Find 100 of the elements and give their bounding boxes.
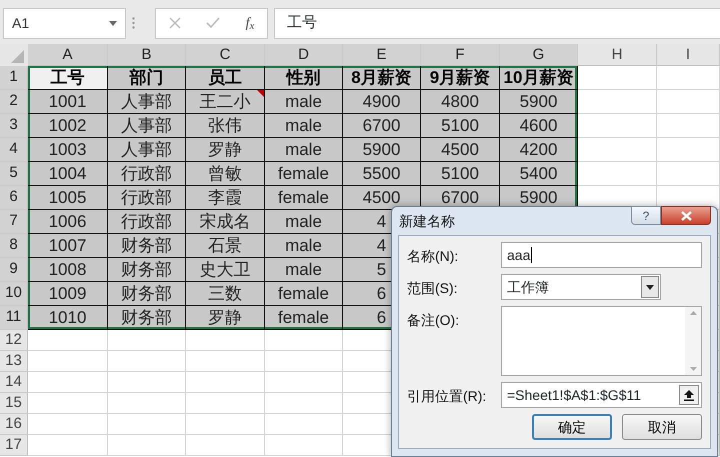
table-cell: 三数 xyxy=(186,282,265,306)
table-cell: 4600 xyxy=(500,114,578,138)
table-cell: 王二小 xyxy=(186,90,265,114)
row-header[interactable]: 15 xyxy=(0,393,28,414)
table-cell: 10月薪资 xyxy=(500,66,578,90)
row-header[interactable]: 4 xyxy=(0,138,28,162)
row-header[interactable]: 6 xyxy=(0,186,28,210)
table-cell: male xyxy=(265,210,343,234)
field-label: 引用位置(R): xyxy=(407,387,488,406)
table-cell: male xyxy=(265,138,343,162)
upload-icon xyxy=(684,390,694,400)
row-header[interactable]: 12 xyxy=(0,330,28,351)
table-cell: 罗静 xyxy=(186,306,265,330)
table-cell: 性别 xyxy=(265,66,343,90)
table-cell: 1007 xyxy=(28,234,108,258)
table-cell: 宋成名 xyxy=(186,210,265,234)
check-icon[interactable] xyxy=(206,17,220,29)
table-cell: 1008 xyxy=(28,258,108,282)
row-header[interactable]: 13 xyxy=(0,351,28,372)
table-cell: 部门 xyxy=(108,66,186,90)
table-cell: female xyxy=(265,162,343,186)
help-button[interactable]: ? xyxy=(631,206,661,225)
ok-button[interactable]: 确定 xyxy=(532,414,612,440)
scroll-up-icon[interactable] xyxy=(690,311,696,315)
table-cell: 人事部 xyxy=(108,90,186,114)
column-header[interactable]: G xyxy=(500,44,578,66)
table-cell: 8月薪资 xyxy=(343,66,421,90)
select-all-corner[interactable] xyxy=(0,44,28,66)
table-cell: 财务部 xyxy=(108,258,186,282)
table-cell: 财务部 xyxy=(108,306,186,330)
close-button[interactable] xyxy=(661,206,711,225)
cancel-icon[interactable] xyxy=(168,17,181,29)
reference-field[interactable]: =Sheet1!$A$1:$G$11 xyxy=(501,382,702,408)
table-cell: 人事部 xyxy=(108,114,186,138)
column-header[interactable]: H xyxy=(578,44,657,66)
row-header[interactable]: 8 xyxy=(0,234,28,258)
table-cell: 4900 xyxy=(343,90,421,114)
row-header[interactable]: 3 xyxy=(0,114,28,138)
table-cell: male xyxy=(265,234,343,258)
insert-function-button[interactable]: f$_{x}$ xyxy=(246,12,254,34)
row-header[interactable]: 16 xyxy=(0,414,28,435)
table-cell: 行政部 xyxy=(108,186,186,210)
table-cell: 1002 xyxy=(28,114,108,138)
column-header[interactable]: E xyxy=(343,44,421,66)
more-icon[interactable] xyxy=(132,17,135,29)
row-header[interactable]: 10 xyxy=(0,282,28,306)
caret-icon[interactable] xyxy=(109,20,117,26)
scope-dropdown[interactable]: 工作簿 xyxy=(501,274,661,300)
table-cell: 李霞 xyxy=(186,186,265,210)
name-box[interactable]: A1 xyxy=(3,8,126,38)
column-header[interactable]: C xyxy=(186,44,265,66)
scroll-down-icon[interactable] xyxy=(690,367,696,371)
collapse-button[interactable] xyxy=(679,385,699,405)
table-cell: 1005 xyxy=(28,186,108,210)
row-header[interactable]: 7 xyxy=(0,210,28,234)
table-cell: 5900 xyxy=(500,90,578,114)
row-header[interactable]: 2 xyxy=(0,90,28,114)
formula-field[interactable]: 工号 xyxy=(274,8,720,38)
table-cell: 员工 xyxy=(186,66,265,90)
table-cell: 5900 xyxy=(343,138,421,162)
table-cell: 1004 xyxy=(28,162,108,186)
table-cell: 6700 xyxy=(343,114,421,138)
column-header[interactable]: B xyxy=(108,44,186,66)
table-cell: 5100 xyxy=(421,114,500,138)
table-cell: female xyxy=(265,282,343,306)
table-cell: 9月薪资 xyxy=(421,66,500,90)
table-cell xyxy=(657,138,720,162)
table-cell: 1009 xyxy=(28,282,108,306)
table-cell: 工号 xyxy=(28,66,108,90)
table-cell xyxy=(657,66,720,90)
table-cell: 石景 xyxy=(186,234,265,258)
column-header[interactable]: D xyxy=(265,44,343,66)
caret-icon xyxy=(646,284,654,290)
table-cell: 4200 xyxy=(500,138,578,162)
table-cell: female xyxy=(265,306,343,330)
table-cell: 4500 xyxy=(421,138,500,162)
close-icon xyxy=(680,210,692,220)
table-cell: 史大卫 xyxy=(186,258,265,282)
table-cell: 4500 xyxy=(343,186,421,210)
cell-reference: A1 xyxy=(12,14,30,32)
table-cell: 罗静 xyxy=(186,138,265,162)
row-header[interactable]: 1 xyxy=(0,66,28,90)
table-cell xyxy=(657,90,720,114)
column-header[interactable]: A xyxy=(28,44,108,66)
comment-field[interactable] xyxy=(501,306,702,376)
table-cell: 行政部 xyxy=(108,162,186,186)
row-header[interactable]: 9 xyxy=(0,258,28,282)
column-header[interactable]: I xyxy=(657,44,720,66)
table-cell: 张伟 xyxy=(186,114,265,138)
row-header[interactable]: 11 xyxy=(0,306,28,330)
table-cell: female xyxy=(265,186,343,210)
table-cell: 人事部 xyxy=(108,138,186,162)
row-header[interactable]: 5 xyxy=(0,162,28,186)
table-cell: 5400 xyxy=(500,162,578,186)
row-header[interactable]: 17 xyxy=(0,435,28,456)
cancel-button[interactable]: 取消 xyxy=(622,414,702,440)
name-field[interactable]: aaa xyxy=(501,242,702,268)
row-header[interactable]: 14 xyxy=(0,372,28,393)
table-cell: 曾敏 xyxy=(186,162,265,186)
column-header[interactable]: F xyxy=(421,44,500,66)
